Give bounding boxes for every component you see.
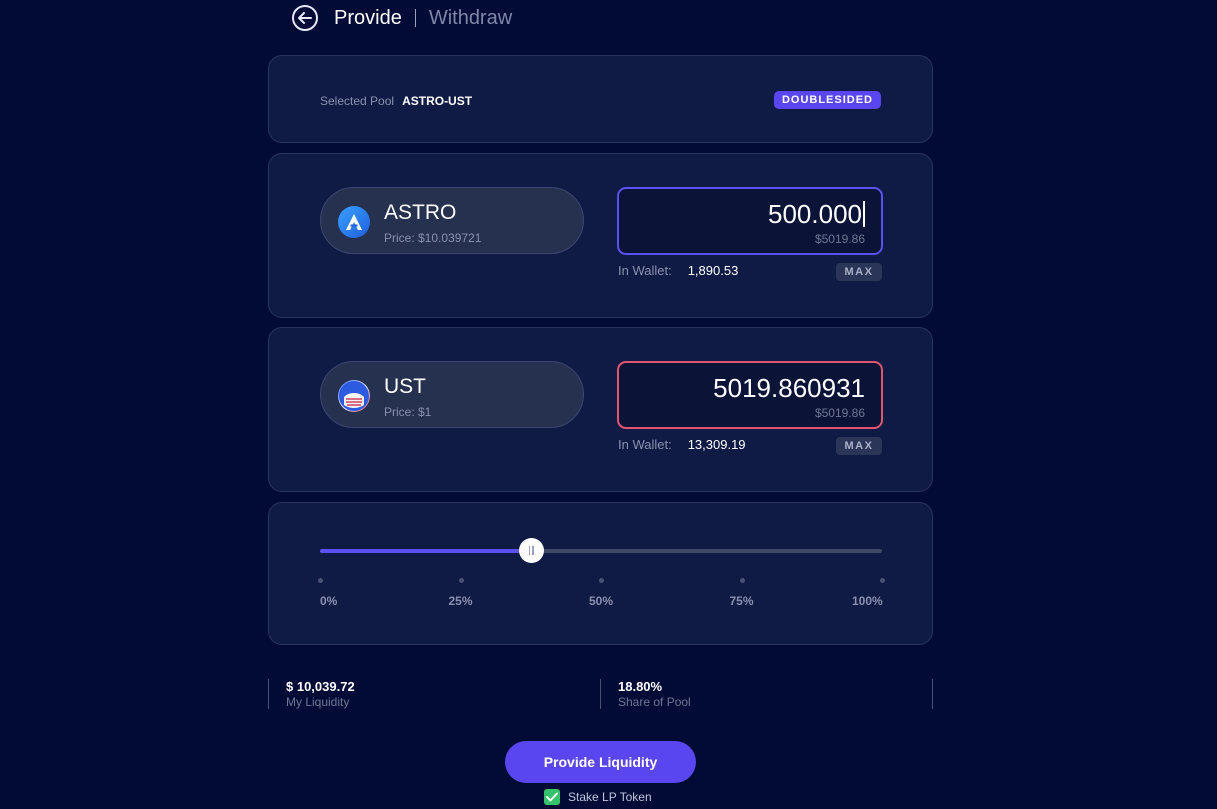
- slider-tick-label[interactable]: 100%: [852, 594, 883, 608]
- stats-divider: [932, 679, 933, 709]
- token-selector-astro[interactable]: ASTRO Price: $10.039721: [320, 187, 584, 254]
- my-liquidity-stat: $ 10,039.72 My Liquidity: [268, 679, 355, 709]
- wallet-balance-row: In Wallet: 13,309.19: [618, 437, 746, 452]
- slider-tick-dot: [599, 578, 604, 583]
- grip-icon: [528, 546, 531, 555]
- slider-tick-dot: [458, 578, 464, 583]
- slider-tick-label[interactable]: 50%: [589, 594, 613, 608]
- slider-tick-dot: [739, 578, 745, 583]
- selected-pool-card: Selected Pool ASTRO-UST DOUBLESIDED: [268, 55, 933, 143]
- astro-logo-icon: [338, 206, 370, 238]
- slider-thumb[interactable]: [518, 538, 544, 563]
- amount-value: 5019.860931: [713, 373, 865, 403]
- share-of-pool-value: 18.80%: [618, 679, 663, 694]
- text-caret: [863, 201, 865, 227]
- wallet-label: In Wallet:: [618, 263, 672, 278]
- header-tabs: Provide Withdraw: [292, 5, 512, 31]
- share-of-pool-stat: 18.80% Share of Pool: [600, 679, 691, 709]
- ust-logo-icon: [338, 380, 370, 412]
- slider-fill: [320, 549, 531, 553]
- stake-lp-token-toggle[interactable]: Stake LP Token: [544, 789, 652, 805]
- wallet-balance-row: In Wallet: 1,890.53: [618, 263, 738, 278]
- slider-track[interactable]: [320, 538, 882, 563]
- pool-type-badge: DOUBLESIDED: [773, 91, 881, 109]
- amount-input-astro[interactable]: 500.000 $5019.86: [617, 187, 883, 255]
- slider-tick-label[interactable]: 75%: [730, 594, 754, 608]
- amount-usd-value: $5019.86: [814, 406, 865, 420]
- selected-pool-label: Selected Pool: [320, 94, 395, 108]
- amount-input-ust[interactable]: 5019.860931 $5019.86: [617, 361, 883, 429]
- grip-icon: [532, 546, 534, 555]
- stake-lp-token-label: Stake LP Token: [568, 790, 652, 804]
- slider-tick-dot: [318, 578, 323, 583]
- slider-tick-label[interactable]: 0%: [320, 594, 337, 608]
- share-of-pool-label: Share of Pool: [618, 695, 691, 709]
- wallet-balance: 1,890.53: [687, 263, 739, 278]
- selected-pool-row: Selected Pool ASTRO-UST: [320, 94, 472, 108]
- max-button-ust[interactable]: MAX: [836, 437, 882, 455]
- wallet-label: In Wallet:: [618, 437, 672, 452]
- tab-withdraw[interactable]: Withdraw: [429, 7, 512, 30]
- stake-checkbox[interactable]: [544, 789, 560, 805]
- back-button[interactable]: [292, 5, 318, 31]
- my-liquidity-label: My Liquidity: [286, 695, 350, 709]
- tab-provide[interactable]: Provide: [334, 7, 402, 30]
- token-card-astro: ASTRO Price: $10.039721 500.000 $5019.86…: [268, 153, 933, 318]
- amount-value: 500.000: [768, 199, 865, 230]
- slider-tick-dot: [880, 578, 885, 583]
- provide-liquidity-button[interactable]: Provide Liquidity: [505, 741, 696, 783]
- token-price: Price: $10.039721: [384, 231, 482, 245]
- wallet-balance: 13,309.19: [687, 437, 746, 452]
- my-liquidity-value: $ 10,039.72: [286, 679, 355, 694]
- max-button-astro[interactable]: MAX: [836, 263, 882, 281]
- tab-divider: [414, 9, 416, 27]
- arrow-left-icon: [298, 12, 312, 24]
- percentage-slider-card: 0% 25% 50% 75% 100%: [268, 502, 933, 645]
- token-card-ust: UST Price: $1 5019.860931 $5019.86 In Wa…: [268, 327, 933, 492]
- token-price: Price: $1: [384, 405, 432, 419]
- token-selector-ust[interactable]: UST Price: $1: [320, 361, 584, 428]
- slider-tick-label[interactable]: 25%: [449, 594, 473, 608]
- token-symbol: UST: [384, 375, 426, 398]
- selected-pool-name: ASTRO-UST: [402, 94, 473, 108]
- amount-usd-value: $5019.86: [814, 232, 865, 246]
- checkmark-icon: [546, 792, 558, 802]
- token-symbol: ASTRO: [384, 201, 457, 224]
